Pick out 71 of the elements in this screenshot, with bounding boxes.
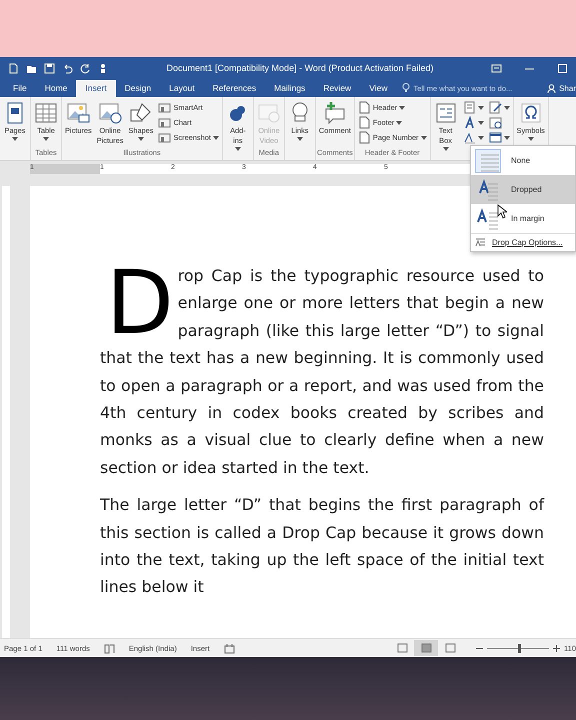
proofing-icon[interactable] (104, 642, 115, 654)
view-icon (420, 643, 432, 653)
zoom-in-icon[interactable] (553, 644, 560, 652)
button-icon (462, 116, 476, 129)
button-icon (358, 101, 371, 114)
options-icon (475, 238, 486, 247)
maximize-icon[interactable] (557, 62, 568, 74)
caret-icon (478, 136, 484, 140)
menu-item[interactable]: In margin (471, 204, 575, 233)
undo-icon[interactable] (62, 62, 73, 74)
button-icon (462, 101, 476, 114)
button-icon (66, 101, 90, 125)
button-icon (518, 101, 543, 125)
ribbon-tab[interactable]: Home (36, 80, 76, 97)
new-document-icon[interactable] (8, 62, 19, 74)
caret-icon (12, 137, 18, 141)
button-icon (158, 101, 172, 114)
button-icon (158, 131, 172, 144)
view-icon (444, 643, 456, 653)
ribbon-tab[interactable]: References (204, 80, 266, 97)
button-icon (98, 101, 122, 125)
caret-icon (504, 106, 510, 110)
ribbon-button[interactable] (486, 100, 512, 115)
caret-icon (43, 137, 49, 141)
ribbon-tab[interactable]: File (4, 80, 36, 97)
caret-icon (478, 120, 484, 124)
ribbon-tab[interactable]: View (360, 80, 396, 97)
caret-icon (396, 120, 402, 124)
ribbon-button[interactable] (486, 130, 512, 145)
person-icon (547, 84, 556, 93)
caret-icon (528, 137, 534, 141)
caret-icon (234, 147, 241, 151)
button-icon (34, 101, 58, 125)
drop-cap-options-link[interactable]: Drop Cap Options... (492, 238, 563, 247)
lightbulb-icon (402, 83, 410, 93)
drop-cap-style-icon (477, 178, 499, 200)
ribbon-tab[interactable]: Layout (160, 80, 204, 97)
button-icon (488, 131, 502, 144)
ribbon-tab[interactable]: Design (116, 80, 160, 97)
menu-item[interactable]: None (471, 146, 575, 175)
drop-cap-style-icon (477, 208, 499, 230)
button-icon (158, 116, 172, 129)
caret-icon (442, 147, 449, 151)
button-icon (488, 101, 502, 114)
window-title: Document1 [Compatibility Mode] - Word (Product Activation Failed) (166, 63, 434, 73)
caret-icon (420, 136, 427, 140)
save-icon[interactable] (44, 62, 55, 74)
button-icon (462, 131, 476, 144)
redo-icon[interactable] (80, 62, 91, 74)
caret-icon (504, 136, 510, 140)
caret-icon (478, 106, 484, 110)
ribbon-tab[interactable]: Review (314, 80, 360, 97)
ribbon-tab[interactable]: Insert (76, 80, 116, 97)
button-icon (488, 116, 502, 129)
button-icon (358, 116, 371, 129)
caret-icon (138, 137, 144, 141)
share-button[interactable]: Shar (547, 84, 576, 97)
caret-icon (296, 137, 303, 141)
zoom-slider-thumb[interactable] (518, 644, 522, 652)
view-icon (396, 643, 408, 653)
ribbon-tab[interactable]: Mailings (265, 80, 314, 97)
button-icon (434, 101, 458, 125)
caret-icon (399, 106, 406, 110)
button-icon (358, 131, 371, 144)
button-icon (322, 101, 347, 125)
paragraph: The large letter “D” that begins the first paragraph of this section is called a Drop Cap because it grows down into the text, taking up the left space of the initial text lines below it (100, 494, 544, 598)
ribbon-display-icon[interactable] (491, 62, 502, 74)
mouse-cursor-icon (497, 204, 507, 219)
menu-item[interactable]: Dropped (471, 175, 575, 204)
view-button[interactable] (414, 640, 438, 656)
caret-icon (212, 136, 219, 140)
